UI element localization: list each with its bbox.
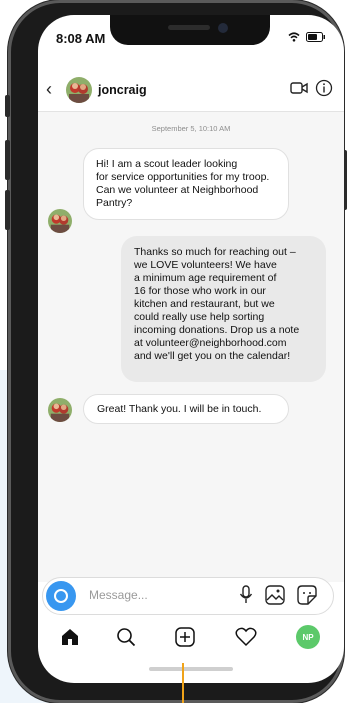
status-time: 8:08 AM: [56, 31, 106, 46]
info-icon[interactable]: [315, 79, 333, 97]
message-composer: [42, 577, 334, 615]
wifi-icon: [288, 32, 300, 42]
profile-avatar[interactable]: NP: [296, 625, 320, 649]
sticker-icon[interactable]: [297, 585, 317, 605]
search-icon[interactable]: [116, 627, 136, 647]
microphone-icon[interactable]: [239, 585, 253, 605]
bottom-navigation: NP: [38, 619, 344, 659]
annotation-pointer: [182, 663, 184, 703]
message-thread: September 5, 10:10 AM Hi! I am a scout l…: [38, 112, 344, 582]
message-bubble-incoming[interactable]: Hi! I am a scout leader looking for serv…: [83, 148, 289, 220]
message-bubble-incoming[interactable]: Great! Thank you. I will be in touch.: [83, 394, 289, 424]
home-icon[interactable]: [60, 627, 80, 647]
message-bubble-outgoing[interactable]: Thanks so much for reaching out – we LOV…: [121, 236, 326, 382]
volume-up-button: [5, 140, 10, 180]
speaker: [168, 25, 210, 30]
front-camera: [218, 23, 228, 33]
avatar[interactable]: [66, 77, 92, 103]
battery-icon: [306, 32, 325, 42]
back-arrow-icon[interactable]: ‹: [46, 79, 52, 100]
avatar-photo: [66, 77, 92, 103]
chat-header: ‹ joncraig: [38, 71, 344, 112]
message-input[interactable]: [87, 587, 221, 603]
home-indicator: [149, 667, 233, 671]
phone-screen: 8:08 AM ‹ joncraig September 5, 10:10 AM…: [38, 15, 344, 683]
new-post-icon[interactable]: [175, 627, 195, 647]
chat-username[interactable]: joncraig: [98, 83, 147, 97]
avatar[interactable]: [48, 209, 72, 233]
gallery-icon[interactable]: [265, 585, 285, 605]
camera-button[interactable]: [46, 581, 76, 611]
status-icons: [288, 32, 326, 42]
mute-switch: [5, 95, 10, 117]
avatar-photo: [48, 209, 72, 233]
notch: [110, 15, 270, 45]
avatar[interactable]: [48, 398, 72, 422]
date-separator: September 5, 10:10 AM: [151, 124, 231, 133]
volume-down-button: [5, 190, 10, 230]
video-call-icon[interactable]: [290, 81, 308, 95]
avatar-photo: [48, 398, 72, 422]
heart-icon[interactable]: [235, 627, 257, 647]
